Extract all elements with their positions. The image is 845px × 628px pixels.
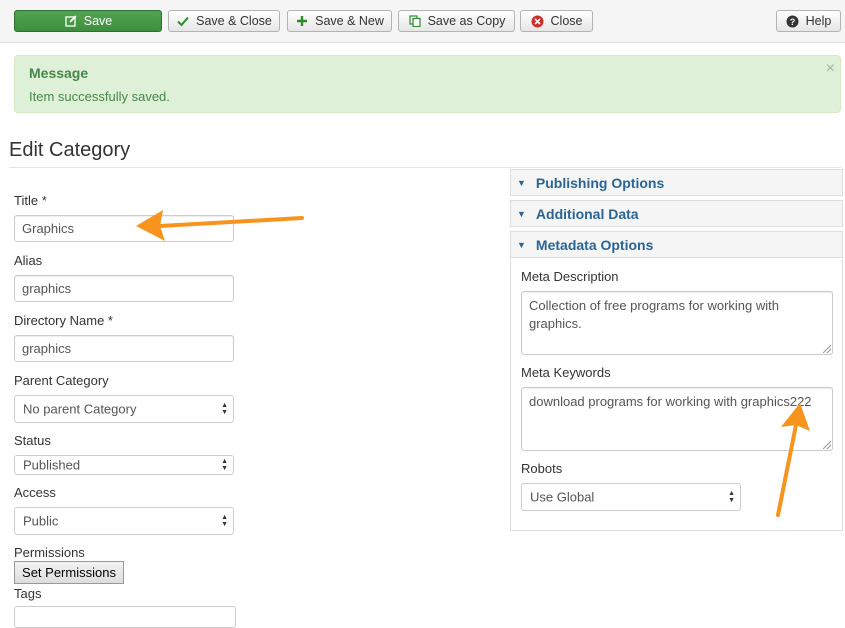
parent-category-select[interactable]: No parent Category ▲ ▼ (14, 395, 234, 423)
additional-data-label: Additional Data (535, 205, 639, 222)
message-text: Item successfully saved. (29, 89, 170, 104)
close-label: Close (550, 14, 583, 28)
copy-icon (408, 14, 422, 28)
metadata-options-toggle[interactable]: ▼ Metadata Options (510, 231, 843, 258)
save-new-label: Save & New (315, 14, 384, 28)
select-arrows-icon: ▲ ▼ (221, 458, 228, 472)
select-arrows-icon: ▲ ▼ (728, 490, 735, 504)
select-arrows-icon: ▲ ▼ (221, 402, 228, 416)
access-select[interactable]: Public ▲ ▼ (14, 507, 234, 535)
robots-select[interactable]: Use Global ▲ ▼ (521, 483, 741, 511)
permissions-label: Permissions (14, 545, 85, 560)
resize-grip-icon[interactable] (823, 441, 831, 449)
meta-keywords-textarea[interactable]: download programs for working with graph… (521, 387, 833, 451)
tags-label: Tags (14, 586, 42, 601)
meta-description-label: Meta Description (521, 269, 619, 284)
robots-value: Use Global (530, 489, 595, 505)
robots-label: Robots (521, 461, 563, 476)
title-label: Title * (14, 193, 47, 208)
help-button[interactable]: ? Help (776, 10, 841, 32)
close-button[interactable]: Close (520, 10, 593, 32)
toolbar: Save Save & Close Save & New Save as Cop… (0, 0, 845, 43)
directory-name-input[interactable]: graphics (14, 335, 234, 362)
check-icon (176, 14, 190, 28)
save-close-label: Save & Close (196, 14, 272, 28)
select-arrows-icon: ▲ ▼ (221, 514, 228, 528)
title-input[interactable]: Graphics (14, 215, 234, 242)
save-copy-label: Save as Copy (427, 14, 506, 28)
edit-icon (64, 14, 78, 28)
publishing-options-toggle[interactable]: ▼ Publishing Options (510, 169, 843, 196)
meta-description-textarea[interactable]: Collection of free programs for working … (521, 291, 833, 355)
status-value: Published (23, 457, 81, 473)
meta-description-value: Collection of free programs for working … (529, 298, 779, 331)
access-value: Public (23, 513, 59, 529)
save-close-button[interactable]: Save & Close (168, 10, 280, 32)
directory-name-label: Directory Name * (14, 313, 113, 328)
triangle-down-icon: ▼ (517, 239, 526, 250)
triangle-down-icon: ▼ (517, 208, 526, 219)
save-new-button[interactable]: Save & New (287, 10, 392, 32)
page-title: Edit Category (9, 139, 131, 161)
message-heading: Message (29, 65, 89, 81)
metadata-options-panel: Meta Description Collection of free prog… (510, 259, 843, 531)
alias-label: Alias (14, 253, 43, 268)
help-label: Help (805, 14, 832, 28)
meta-keywords-value: download programs for working with graph… (529, 394, 812, 409)
parent-category-value: No parent Category (23, 401, 137, 417)
metadata-options-label: Metadata Options (535, 236, 654, 253)
success-message: Message Item successfully saved. × (14, 55, 841, 113)
status-label: Status (14, 433, 51, 448)
triangle-down-icon: ▼ (517, 177, 526, 188)
close-icon[interactable]: × (826, 60, 835, 78)
question-icon: ? (786, 14, 800, 28)
status-select[interactable]: Published ▲ ▼ (14, 455, 234, 475)
cancel-icon (531, 14, 545, 28)
meta-keywords-label: Meta Keywords (521, 365, 611, 380)
access-label: Access (14, 485, 56, 500)
plus-icon (295, 14, 309, 28)
set-permissions-button[interactable]: Set Permissions (14, 561, 124, 584)
save-button[interactable]: Save (14, 10, 162, 32)
save-copy-button[interactable]: Save as Copy (398, 10, 515, 32)
publishing-options-label: Publishing Options (535, 174, 665, 191)
additional-data-toggle[interactable]: ▼ Additional Data (510, 200, 843, 227)
svg-text:?: ? (790, 17, 796, 27)
tags-input[interactable] (14, 606, 236, 628)
resize-grip-icon[interactable] (823, 345, 831, 353)
save-label: Save (83, 14, 113, 28)
divider (9, 167, 841, 168)
alias-input[interactable]: graphics (14, 275, 234, 302)
parent-category-label: Parent Category (14, 373, 109, 388)
